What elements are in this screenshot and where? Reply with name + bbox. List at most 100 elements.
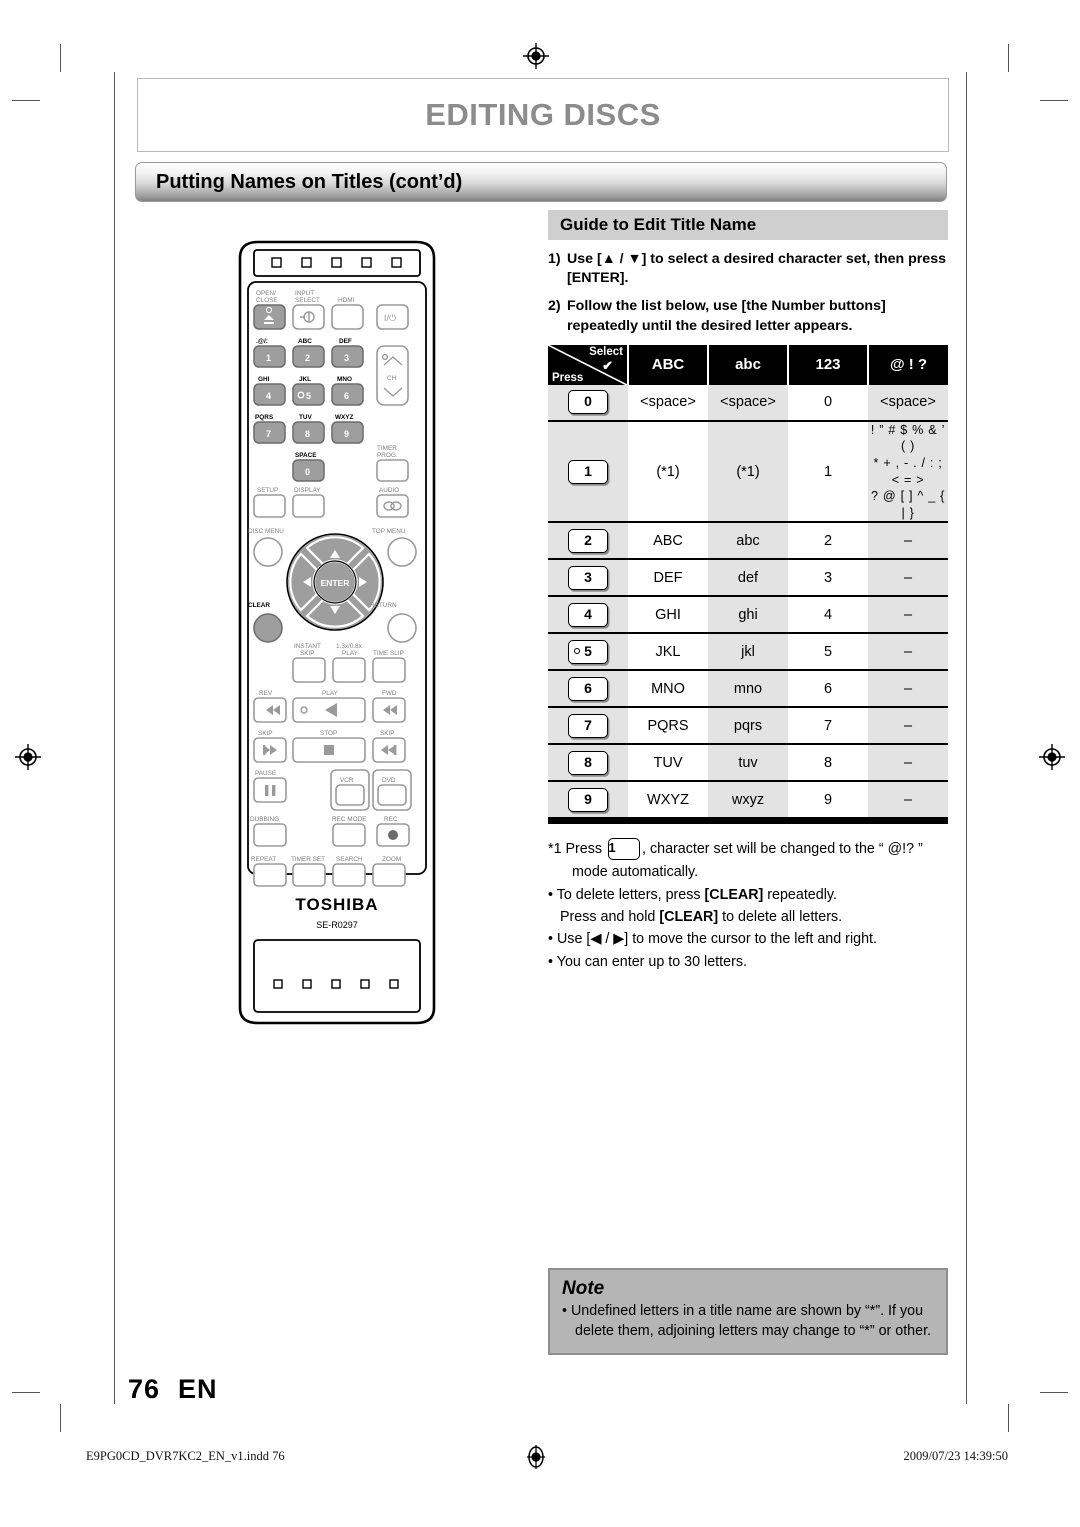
row-abc-lower-cell: mno [708, 670, 788, 708]
number-key-5-icon: 5 [568, 639, 608, 664]
footnote-star1: *1 Press 1, character set will be change… [548, 838, 948, 861]
table-row: 6 MNO mno 6– [548, 670, 948, 708]
row-key-cell: 0 [548, 384, 628, 421]
footnote-star1-pre: *1 Press [548, 841, 603, 858]
row-abc-lower-cell: wxyz [708, 781, 788, 818]
svg-text:7: 7 [266, 429, 271, 439]
footnote-b1-a: • To delete letters, press [548, 886, 705, 903]
step-text: Use [▲ / ▼] to select a desired characte… [567, 251, 946, 287]
row-abc-cell: WXYZ [628, 781, 708, 818]
row-abc-lower-cell: tuv [708, 744, 788, 782]
svg-text:REC: REC [384, 816, 398, 823]
crop-mark-bottom-right-h [1040, 1392, 1068, 1393]
svg-text:4: 4 [266, 391, 271, 401]
page-border-right [966, 72, 967, 1404]
crop-mark-top-left-v [60, 44, 61, 72]
page-title: EDITING DISCS [425, 97, 661, 132]
svg-text:PROG.: PROG. [377, 452, 398, 459]
registration-mark-left [15, 744, 41, 770]
guide-step: 1) Use [▲ / ▼] to select a desired chara… [548, 250, 948, 288]
row-abc-cell: DEF [628, 559, 708, 597]
footnote-bullet-3: • You can enter up to 30 letters. [548, 953, 747, 970]
page-number: 76 EN [128, 1374, 218, 1405]
row-abc-lower-cell: pqrs [708, 707, 788, 745]
step-number: 1) [548, 251, 561, 267]
svg-text:TOSHIBA: TOSHIBA [295, 895, 378, 914]
svg-text:3: 3 [344, 353, 349, 363]
svg-text:FWD: FWD [382, 690, 397, 697]
svg-text:2: 2 [305, 353, 310, 363]
corner-select-label: Select [589, 345, 623, 358]
row-abc-cell: <space> [628, 384, 708, 421]
row-key-cell: 5 [548, 633, 628, 671]
row-abc-lower-cell: def [708, 559, 788, 597]
svg-text:CLEAR: CLEAR [248, 602, 270, 609]
svg-text:JKL: JKL [299, 376, 311, 383]
row-symbol-cell: – [868, 781, 948, 818]
crop-mark-top-right-v [1008, 44, 1009, 72]
row-key-cell: 6 [548, 670, 628, 708]
row-key-cell: 7 [548, 707, 628, 745]
row-key-cell: 4 [548, 596, 628, 634]
guide-column: Guide to Edit Title Name 1) Use [▲ / ▼] … [548, 210, 948, 974]
row-abc-cell: ABC [628, 522, 708, 560]
svg-text:6: 6 [344, 391, 349, 401]
clear-key-ref: [CLEAR] [659, 908, 719, 925]
table-header-row: Select ✔ Press ABC abc 123 @ ! ? [548, 344, 948, 385]
svg-text:DUBBING: DUBBING [250, 816, 279, 823]
svg-text:VCR: VCR [340, 777, 354, 784]
svg-text:TIMER: TIMER [377, 445, 397, 452]
page-number-value: 76 [128, 1374, 161, 1404]
svg-text:SELECT: SELECT [295, 297, 320, 304]
step-number: 2) [548, 298, 561, 315]
number-key-0-icon: 0 [568, 390, 608, 415]
table-row: 2 ABC abc 2– [548, 522, 948, 560]
svg-text:.@/:: .@/: [256, 338, 268, 345]
crop-mark-bottom-left-v [60, 1404, 61, 1432]
note-body: • Undefined letters in a title name are … [562, 1303, 932, 1339]
svg-text:DISPLAY: DISPLAY [294, 487, 321, 494]
row-abc-lower-cell: ghi [708, 596, 788, 634]
number-key-2-icon: 2 [568, 528, 608, 553]
svg-text:TIMER SET: TIMER SET [291, 856, 325, 863]
svg-text:PLAY: PLAY [322, 690, 339, 697]
row-number-cell: 6 [788, 670, 868, 708]
column-header-123: 123 [787, 344, 868, 385]
svg-text:9: 9 [344, 429, 349, 439]
number-key-1-icon: 1 [568, 459, 608, 484]
guide-heading-bar: Guide to Edit Title Name [548, 210, 948, 240]
svg-text:OPEN/: OPEN/ [256, 290, 276, 297]
number-key-8-icon: 8 [568, 750, 608, 775]
footnote-bullet-1: • To delete letters, press [CLEAR] repea… [548, 885, 948, 905]
svg-text:PQRS: PQRS [255, 414, 274, 421]
row-abc-lower-cell: <space> [708, 384, 788, 421]
svg-text:SKIP: SKIP [258, 730, 273, 737]
number-key-6-icon: 6 [568, 676, 608, 701]
crop-mark-bottom-right-v [1008, 1404, 1009, 1432]
row-key-cell: 2 [548, 522, 628, 560]
character-set-table: Select ✔ Press ABC abc 123 @ ! ? 0 <space… [548, 344, 948, 818]
footnote-bullet-2: • Use [◀ / ▶] to move the cursor to the … [548, 931, 877, 948]
row-number-cell: 1 [788, 420, 868, 523]
column-header-symbols: @ ! ? [867, 344, 948, 385]
svg-text:STOP: STOP [320, 730, 337, 737]
svg-text:8: 8 [305, 429, 310, 439]
crop-mark-top-right-h [1040, 100, 1068, 101]
row-key-cell: 9 [548, 781, 628, 818]
svg-text:GHI: GHI [258, 376, 270, 383]
svg-text:1: 1 [266, 353, 271, 363]
footnote-star1-line2: mode automatically. [572, 864, 699, 881]
row-symbol-cell: – [868, 744, 948, 782]
svg-text:MNO: MNO [337, 376, 352, 383]
row-abc-cell: JKL [628, 633, 708, 671]
crop-mark-bottom-left-h [12, 1392, 40, 1393]
footer-timestamp: 2009/07/23 14:39:50 [903, 1449, 1008, 1463]
number-key-3-icon: 3 [568, 565, 608, 590]
svg-text:SPACE: SPACE [295, 452, 317, 459]
table-row: 3 DEF def 3– [548, 559, 948, 597]
row-symbol-cell: – [868, 559, 948, 597]
row-key-cell: 3 [548, 559, 628, 597]
page-language: EN [178, 1374, 218, 1404]
row-symbol-cell: – [868, 707, 948, 745]
svg-text:REC MODE: REC MODE [332, 816, 366, 823]
